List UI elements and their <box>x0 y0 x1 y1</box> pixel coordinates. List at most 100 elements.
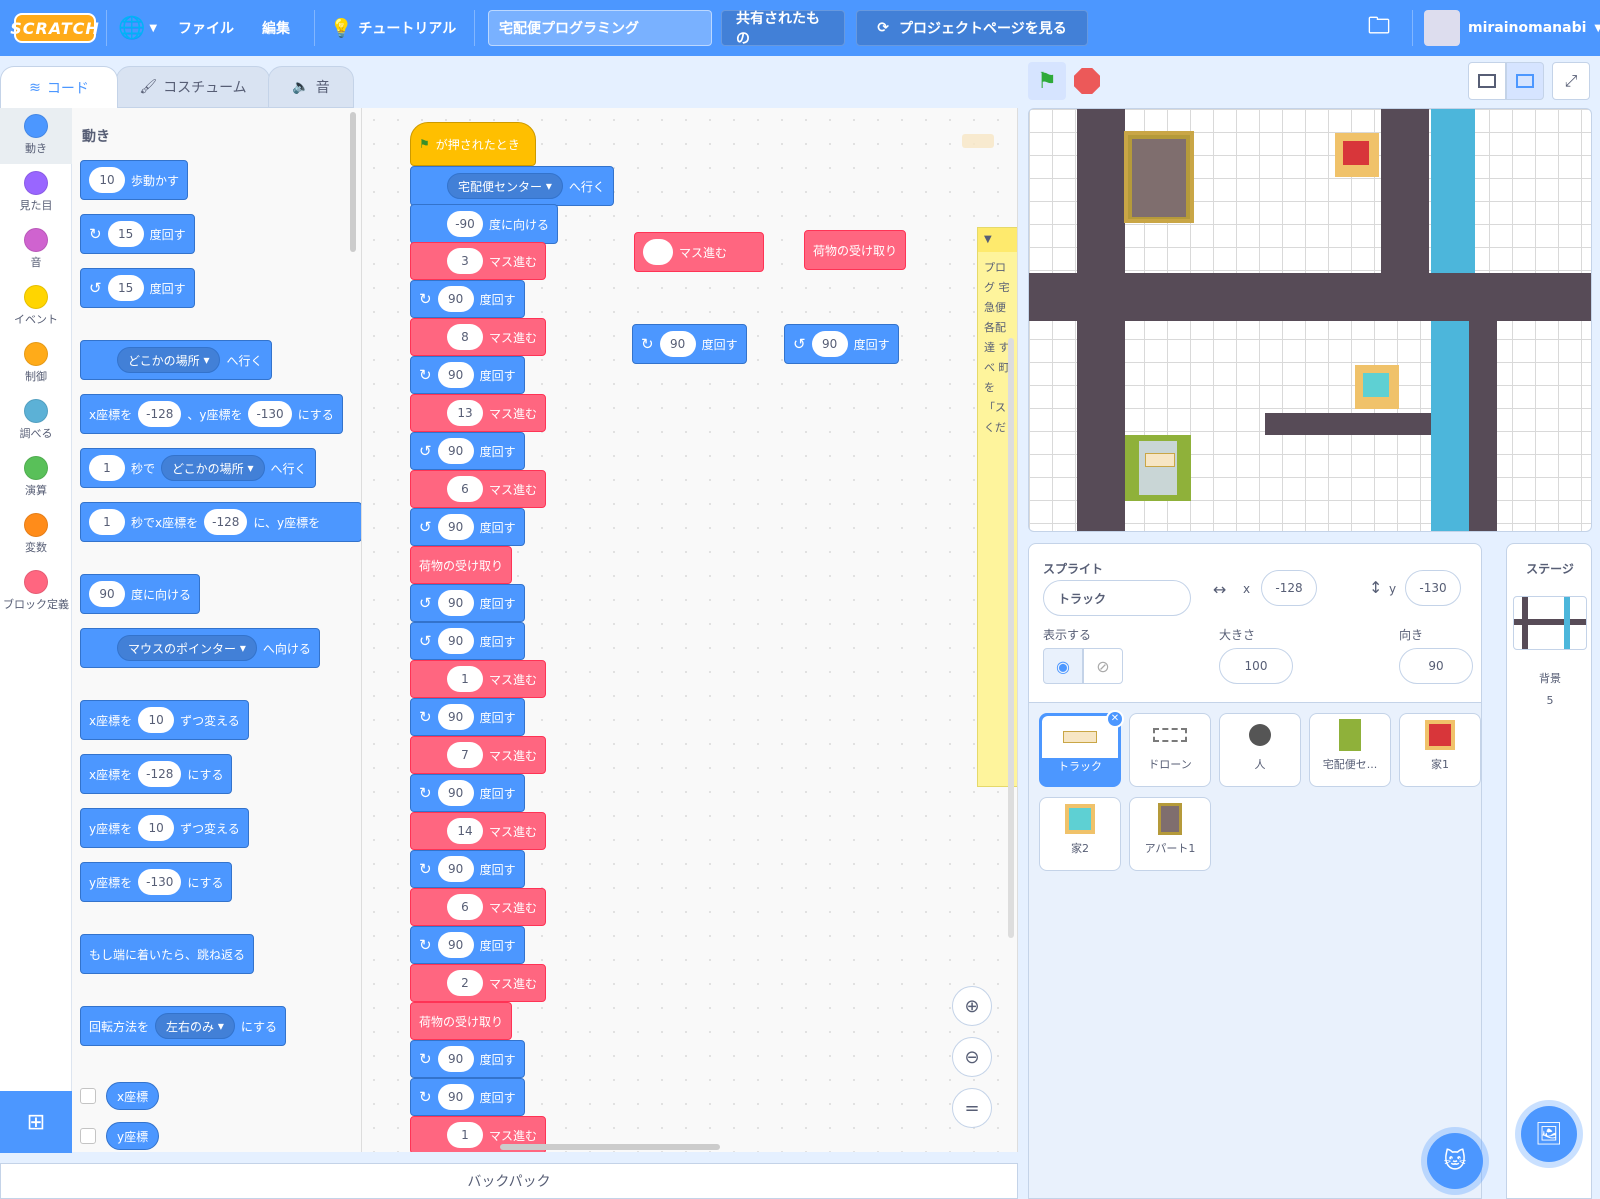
turn-right-block[interactable]: ↻ 90 度回す <box>410 774 525 812</box>
tab-sounds[interactable]: 🔈 音 <box>268 66 354 108</box>
point-direction-block[interactable]: 90 度に向ける <box>80 574 201 614</box>
block-input[interactable]: 90 <box>437 780 474 806</box>
xpos-checkbox[interactable] <box>80 1088 96 1104</box>
block-input[interactable]: 14 <box>447 818 483 844</box>
horizontal-scrollbar[interactable] <box>500 1144 720 1150</box>
change-y-block[interactable]: y座標を 10 ずつ変える <box>80 808 249 848</box>
size-input[interactable]: 100 <box>1219 648 1293 684</box>
block-input[interactable]: 90 <box>437 932 474 958</box>
backpack[interactable]: バックパック <box>0 1163 1018 1199</box>
block-input[interactable]: 90 <box>659 331 696 357</box>
block-input[interactable]: 1 <box>447 666 483 692</box>
block-input[interactable]: 1 <box>89 455 125 481</box>
block-input[interactable]: 90 <box>811 331 848 357</box>
sprite-name-input[interactable]: トラック <box>1043 580 1191 616</box>
project-title-input[interactable]: 宅配便プログラミング <box>488 10 712 46</box>
move-squares-block[interactable]: 6 マス進む <box>410 470 547 508</box>
block-input[interactable]: 10 <box>138 815 175 841</box>
green-flag-button[interactable]: ⚑ <box>1028 62 1066 100</box>
turn-right-block[interactable]: ↻ 90 度回す <box>410 850 525 888</box>
direction-input[interactable]: 90 <box>1399 648 1473 684</box>
when-flag-clicked-block[interactable]: ⚑ が押されたとき <box>410 122 536 166</box>
category-looks[interactable]: 見た目 <box>0 165 72 221</box>
pickup-package-block[interactable]: 荷物の受け取り <box>410 1002 513 1040</box>
folder-icon[interactable]: 🗀 <box>1368 0 1390 56</box>
block-dropdown[interactable]: どこかの場所 ▾ <box>117 347 221 373</box>
shared-button[interactable]: 共有されたもの <box>721 10 845 47</box>
category-operators[interactable]: 演算 <box>0 450 72 506</box>
turn-right-block[interactable]: ↻ 90 度回す <box>410 698 525 736</box>
turn-left-block[interactable]: ↺ 90 度回す <box>410 584 525 622</box>
block-input[interactable]: 90 <box>437 438 474 464</box>
see-project-page-button[interactable]: ⟳ プロジェクトページを見る <box>856 10 1088 46</box>
turn-right-block[interactable]: ↻ 90 度回す <box>632 324 747 364</box>
y-input[interactable]: -130 <box>1405 570 1461 606</box>
block-input[interactable]: 90 <box>437 362 474 388</box>
goto-block[interactable]: 宅配便センター ▾ へ行く <box>410 166 614 206</box>
block-input[interactable]: 90 <box>437 1046 474 1072</box>
move-squares-block[interactable]: 6 マス進む <box>410 888 547 926</box>
fullscreen-button[interactable]: ⤢ <box>1552 62 1590 100</box>
zoom-out-button[interactable]: ⊖ <box>952 1037 992 1077</box>
ypos-checkbox[interactable] <box>80 1128 96 1144</box>
small-stage-button[interactable] <box>1468 62 1506 100</box>
move-squares-block[interactable]: 1 マス進む <box>410 660 547 698</box>
move-squares-block[interactable]: 3 マス進む <box>410 242 547 280</box>
move-squares-block[interactable]: 14 マス進む <box>410 812 547 850</box>
category-control[interactable]: 制御 <box>0 336 72 392</box>
stage-selector[interactable]: ステージ 背景 5 🖼 <box>1506 543 1592 1199</box>
move-squares-block[interactable]: 2 マス進む <box>410 964 547 1002</box>
block-dropdown[interactable]: どこかの場所 ▾ <box>161 455 265 481</box>
block-input[interactable]: 90 <box>437 856 474 882</box>
add-extension-button[interactable]: ⊞ <box>0 1091 72 1153</box>
block-input[interactable]: -128 <box>138 401 182 427</box>
turn-right-block[interactable]: ↻ 15 度回す <box>80 214 195 254</box>
goto-block[interactable]: どこかの場所 ▾ へ行く <box>80 340 272 380</box>
show-button[interactable]: ◉ <box>1043 648 1083 684</box>
block-input[interactable]: 90 <box>437 286 474 312</box>
turn-right-block[interactable]: ↻ 90 度回す <box>410 926 525 964</box>
block-input[interactable]: 1 <box>89 509 125 535</box>
point-towards-block[interactable]: マウスのポインター ▾ へ向ける <box>80 628 320 668</box>
pickup-package-block[interactable]: 荷物の受け取り <box>410 546 513 584</box>
category-variables[interactable]: 変数 <box>0 507 72 563</box>
block-input[interactable]: 10 <box>138 707 175 733</box>
block-input[interactable]: 15 <box>107 221 144 247</box>
tab-code[interactable]: ≋ コード <box>0 66 118 108</box>
turn-left-block[interactable]: ↺ 90 度回す <box>784 324 899 364</box>
turn-left-block[interactable]: ↺ 90 度回す <box>410 432 525 470</box>
sprite-delivery-center[interactable]: 宅配便セ... <box>1309 713 1391 787</box>
sprite-house2[interactable]: 家2 <box>1039 797 1121 871</box>
bounce-block[interactable]: もし端に着いたら、跳ね返る <box>80 934 255 974</box>
ypos-reporter[interactable]: y座標 <box>106 1122 160 1150</box>
turn-right-block[interactable]: ↻ 90 度回す <box>410 1078 525 1116</box>
category-sound[interactable]: 音 <box>0 222 72 278</box>
add-backdrop-button[interactable]: 🖼 <box>1521 1106 1577 1162</box>
move-squares-block[interactable]: 7 マス進む <box>410 736 547 774</box>
block-dropdown[interactable]: マウスのポインター ▾ <box>117 635 257 661</box>
turn-left-block[interactable]: ↺ 90 度回す <box>410 622 525 660</box>
category-events[interactable]: イベント <box>0 279 72 335</box>
block-input[interactable]: 90 <box>437 1084 474 1110</box>
block-input[interactable]: 6 <box>447 894 483 920</box>
move-squares-block[interactable]: 8 マス進む <box>410 318 547 356</box>
block-input[interactable]: -90 <box>447 211 483 237</box>
category-my-blocks[interactable]: ブロック定義 <box>0 564 72 634</box>
turn-right-block[interactable]: ↻ 90 度回す <box>410 280 525 318</box>
move-squares-block[interactable]: マス進む <box>634 232 764 272</box>
block-input[interactable]: 13 <box>447 400 483 426</box>
pickup-package-block[interactable]: 荷物の受け取り <box>804 230 907 270</box>
file-menu[interactable]: ファイル <box>178 0 234 56</box>
block-dropdown[interactable]: 左右のみ ▾ <box>155 1013 235 1039</box>
block-input[interactable]: -128 <box>138 761 182 787</box>
block-input[interactable]: -130 <box>138 869 182 895</box>
block-dropdown[interactable]: 宅配便センター ▾ <box>447 173 563 199</box>
block-input[interactable]: 90 <box>437 590 474 616</box>
category-sensing[interactable]: 調べる <box>0 393 72 449</box>
block-input[interactable]: 90 <box>89 581 125 607</box>
edit-menu[interactable]: 編集 <box>262 0 290 56</box>
category-motion[interactable]: 動き <box>0 108 72 164</box>
backdrop-thumbnail[interactable] <box>1513 596 1587 650</box>
glide-block[interactable]: 1 秒で どこかの場所 ▾ へ行く <box>80 448 316 488</box>
language-menu[interactable]: 🌐 ▼ <box>118 0 157 56</box>
